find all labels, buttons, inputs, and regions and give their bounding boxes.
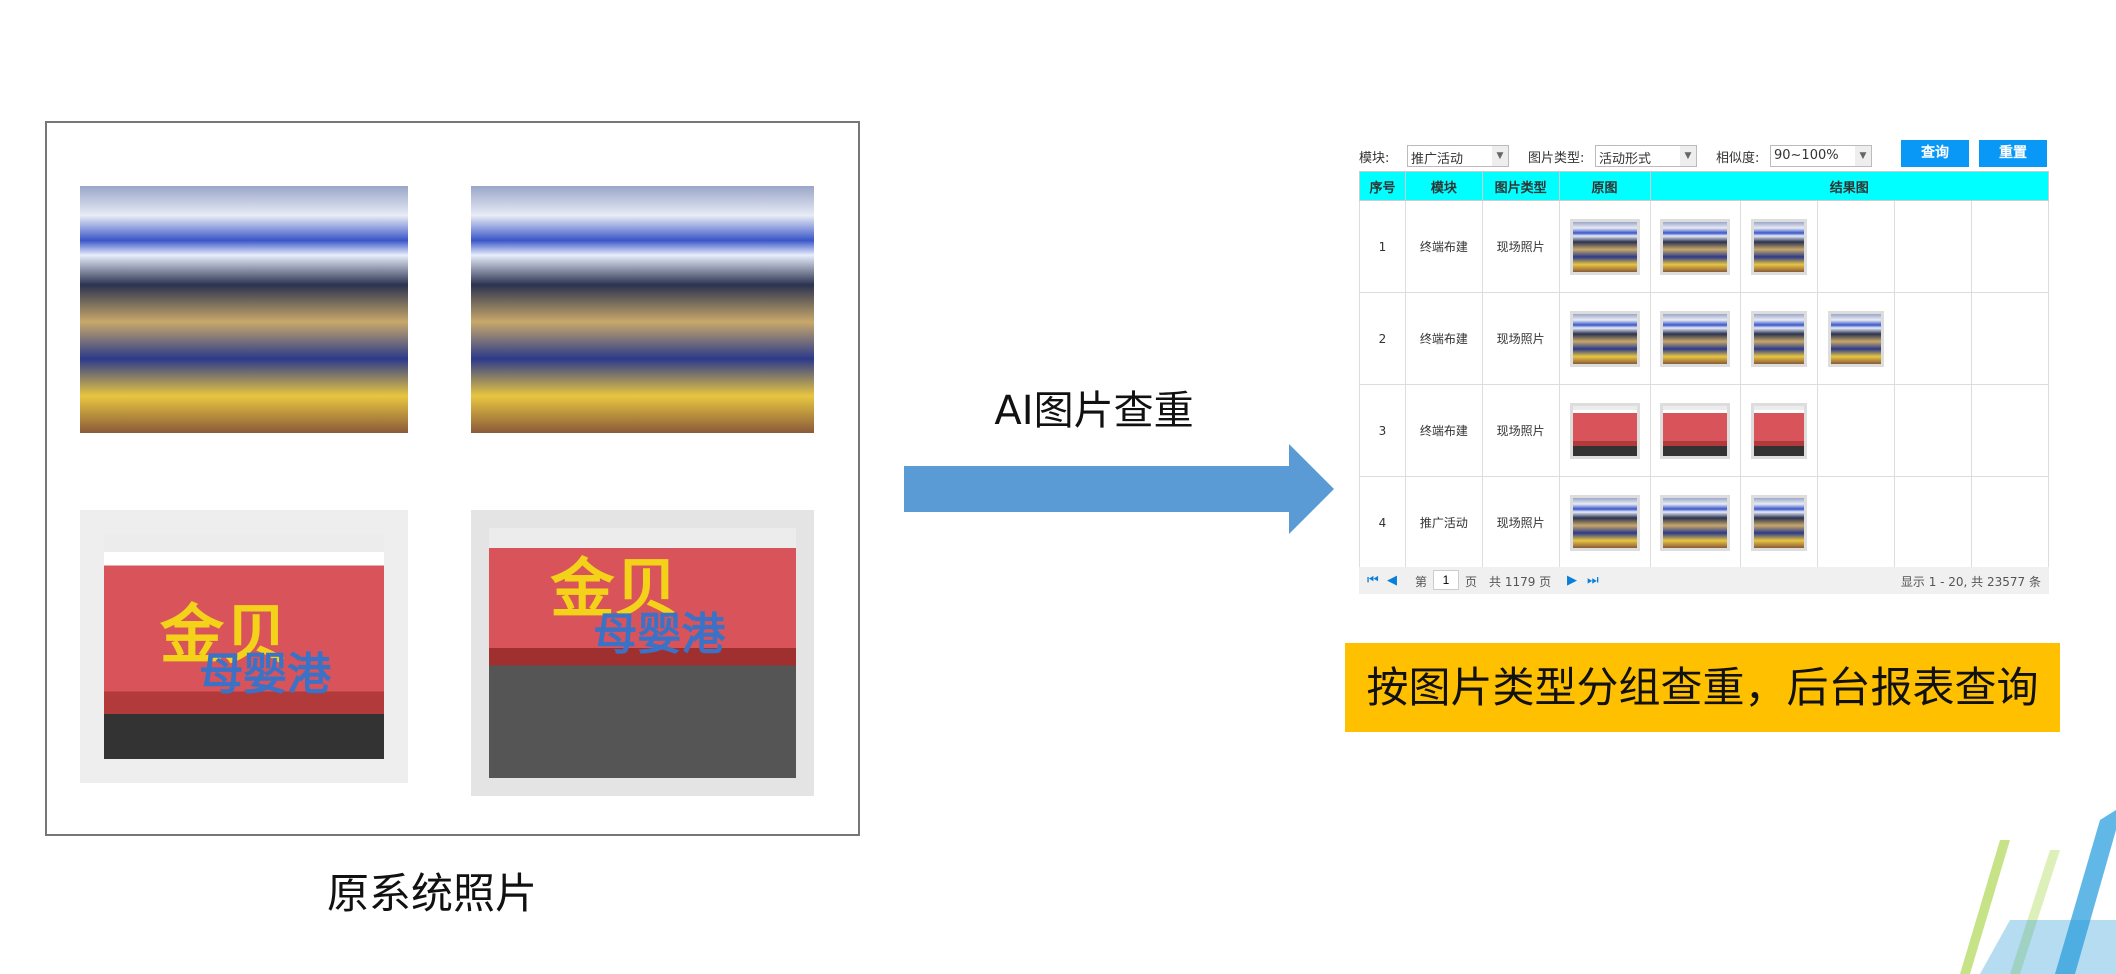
next-page-icon[interactable]: ▶ [1567,573,1577,588]
filter-bar: 模块: 推广活动 ▼ 图片类型: 活动形式 ▼ 相似度: 90~100% ▼ 查询 重… [1359,140,2049,170]
total-pages: 共 1179 页 [1489,575,1552,589]
header-no: 序号 [1359,171,1406,201]
original-photos-caption: 原系统照片 [326,869,537,918]
cell-result [1740,200,1819,293]
cell-result [1894,200,1973,293]
table-row: 3 终端布建 现场照片 [1359,384,2049,477]
result-thumbnail[interactable] [1751,494,1808,551]
chevron-down-icon: ▼ [1680,146,1696,166]
record-summary: 显示 1 - 20, 共 23577 条 [1900,575,2041,589]
cell-module: 终端布建 [1404,292,1483,385]
original-thumbnail[interactable] [1569,218,1640,275]
storefront-sign-photo: 金贝 母婴港 [80,510,408,783]
page-suffix: 页 [1465,575,1478,589]
module-label: 模块: [1359,151,1390,166]
cell-type: 现场照片 [1481,200,1560,293]
cell-no: 4 [1359,476,1406,569]
first-page-icon[interactable]: ⏮ [1367,573,1379,588]
cell-original [1558,200,1651,293]
cell-module: 推广活动 [1404,476,1483,569]
page-prefix: 第 [1415,575,1428,589]
cell-result [1817,384,1896,477]
result-thumbnail[interactable] [1828,310,1885,367]
cell-result [1971,476,2049,569]
cell-result [1894,292,1973,385]
last-page-icon[interactable]: ⏭ [1587,573,1599,588]
cell-type: 现场照片 [1481,476,1560,569]
cell-result [1649,292,1742,385]
sign-subtext: 母婴港 [593,609,726,660]
header-results: 结果图 [1649,171,2049,201]
module-select[interactable]: 推广活动 ▼ [1407,145,1509,167]
header-type: 图片类型 [1481,171,1560,201]
result-thumbnail[interactable] [1751,218,1808,275]
cell-result [1971,292,2049,385]
right-arrow-icon [904,444,1334,534]
type-select[interactable]: 活动形式 ▼ [1595,145,1697,167]
cell-result [1894,384,1973,477]
type-label: 图片类型: [1528,151,1585,166]
result-thumbnail[interactable] [1751,310,1808,367]
duplicate-report: 模块: 推广活动 ▼ 图片类型: 活动形式 ▼ 相似度: 90~100% ▼ 查询 重… [1359,140,2049,600]
table-row: 4 推广活动 现场照片 [1359,476,2049,569]
header-module: 模块 [1404,171,1483,201]
cell-type: 现场照片 [1481,384,1560,477]
cell-result [1740,292,1819,385]
module-value: 推广活动 [1411,152,1464,167]
table-row: 2 终端布建 现场照片 [1359,292,2049,385]
store-shelf-photo [80,186,408,433]
query-button[interactable]: 查询 [1901,140,1969,167]
cell-original [1558,384,1651,477]
cell-result [1817,200,1896,293]
original-thumbnail[interactable] [1569,310,1640,367]
result-thumbnail[interactable] [1660,218,1731,275]
page-input[interactable] [1433,570,1459,590]
sign-subtext: 母婴港 [199,648,332,700]
cell-result [1649,200,1742,293]
header-original: 原图 [1558,171,1651,201]
cell-result [1649,384,1742,477]
result-thumbnail[interactable] [1751,402,1808,459]
cell-module: 终端布建 [1404,384,1483,477]
cell-result [1740,384,1819,477]
chevron-down-icon: ▼ [1855,146,1871,166]
storefront-sign-photo: 金贝 母婴港 [471,510,814,796]
cell-result [1649,476,1742,569]
store-shelf-photo [471,186,814,433]
corner-decoration [1960,810,2116,974]
original-thumbnail[interactable] [1569,494,1640,551]
cell-result [1971,384,2049,477]
result-thumbnail[interactable] [1660,494,1731,551]
table-row: 1 终端布建 现场照片 [1359,200,2049,293]
similarity-select[interactable]: 90~100% ▼ [1770,145,1872,167]
cell-result [1817,292,1896,385]
reset-button[interactable]: 重置 [1979,140,2047,167]
original-thumbnail[interactable] [1569,402,1640,459]
cell-result [1740,476,1819,569]
results-table: 序号 模块 图片类型 原图 结果图 1 终端布建 现场照片 2 终端布建 现场照… [1359,171,2049,569]
cell-no: 1 [1359,200,1406,293]
result-thumbnail[interactable] [1660,310,1731,367]
prev-page-icon[interactable]: ◀ [1387,573,1397,588]
cell-result [1894,476,1973,569]
cell-type: 现场照片 [1481,292,1560,385]
summary-banner: 按图片类型分组查重，后台报表查询 [1345,643,2060,732]
chevron-down-icon: ▼ [1492,146,1508,166]
cell-original [1558,476,1651,569]
cell-result [1817,476,1896,569]
pagination: ⏮ ◀ 第 页 共 1179 页 ▶ ⏭ 显示 1 - 20, 共 23577 … [1359,567,2049,594]
cell-result [1971,200,2049,293]
cell-module: 终端布建 [1404,200,1483,293]
arrow-label: AI图片查重 [994,388,1194,434]
result-thumbnail[interactable] [1660,402,1731,459]
type-value: 活动形式 [1599,152,1652,167]
cell-no: 2 [1359,292,1406,385]
similarity-label: 相似度: [1716,151,1760,166]
similarity-value: 90~100% [1774,148,1839,163]
cell-original [1558,292,1651,385]
cell-no: 3 [1359,384,1406,477]
